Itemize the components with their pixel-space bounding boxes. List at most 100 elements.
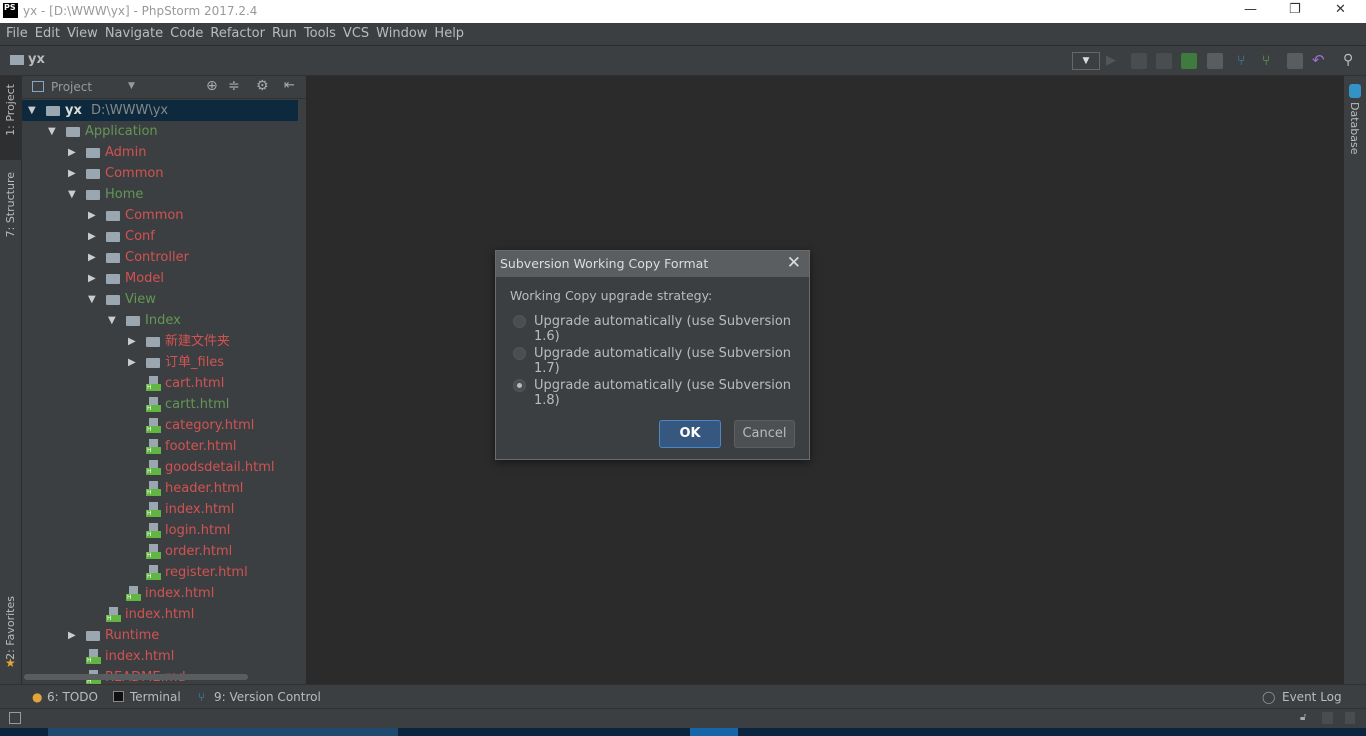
menu-vcs[interactable]: VCS — [341, 23, 373, 45]
chevron-down-icon[interactable]: ▼ — [128, 81, 135, 91]
html-file-icon — [146, 418, 161, 433]
vcs-commit-icon[interactable]: ⑂ — [1262, 53, 1278, 69]
tree-folder[interactable]: ▶ Model — [22, 268, 298, 289]
tree-folder[interactable]: ▶ Conf — [22, 226, 298, 247]
hide-panel-icon[interactable]: ⇤ — [284, 78, 295, 93]
collapsed-arrow-icon[interactable]: ▶ — [68, 142, 76, 163]
tree-folder[interactable]: ▼ Application — [22, 121, 298, 142]
menu-tools[interactable]: Tools — [302, 23, 340, 45]
expanded-arrow-icon[interactable]: ▼ — [68, 184, 76, 205]
tree-folder[interactable]: ▶ Admin — [22, 142, 298, 163]
tree-file[interactable]: footer.html — [22, 436, 298, 457]
tree-file[interactable]: cart.html — [22, 373, 298, 394]
expanded-arrow-icon[interactable]: ▼ — [88, 289, 96, 310]
tree-folder[interactable]: ▶ 新建文件夹 — [22, 331, 298, 352]
collapsed-arrow-icon[interactable]: ▶ — [88, 247, 96, 268]
tree-folder[interactable]: ▼ yx D:\WWW\yx — [22, 100, 298, 121]
expanded-arrow-icon[interactable]: ▼ — [48, 121, 56, 142]
debug-icon[interactable] — [1131, 53, 1147, 69]
tree-item-label: login.html — [165, 523, 231, 538]
folder-icon — [46, 106, 60, 116]
tree-folder[interactable]: ▼ Index — [22, 310, 298, 331]
menu-edit[interactable]: Edit — [33, 23, 64, 45]
collapsed-arrow-icon[interactable]: ▶ — [68, 163, 76, 184]
gear-icon[interactable]: ⚙ — [256, 78, 269, 94]
option-label-1-8[interactable]: Upgrade automatically (use Subversion 1.… — [534, 378, 811, 408]
minimize-button[interactable]: — — [1244, 2, 1257, 17]
menu-file[interactable]: File — [4, 23, 32, 45]
ok-button[interactable]: OK — [659, 420, 721, 448]
tab-todo[interactable]: 6: TODO — [47, 690, 98, 704]
tree-file[interactable]: order.html — [22, 541, 298, 562]
tab-version-control[interactable]: 9: Version Control — [214, 690, 321, 704]
tree-file[interactable]: category.html — [22, 415, 298, 436]
run-config-dropdown[interactable]: ▼ — [1072, 52, 1100, 70]
tab-project[interactable]: 1: Project — [4, 84, 17, 136]
php-listen-icon[interactable] — [1181, 53, 1197, 69]
tab-structure[interactable]: 7: Structure — [4, 172, 17, 237]
radio-svn-1-8[interactable] — [513, 379, 526, 392]
close-window-button[interactable]: ✕ — [1335, 2, 1346, 17]
expanded-arrow-icon[interactable]: ▼ — [108, 310, 116, 331]
radio-svn-1-6[interactable] — [513, 315, 526, 328]
window-title: yx - [D:\WWW\yx] - PhpStorm 2017.2.4 — [23, 4, 258, 18]
maximize-button[interactable]: ❐ — [1289, 2, 1301, 17]
revert-icon[interactable]: ↶ — [1312, 53, 1328, 69]
collapsed-arrow-icon[interactable]: ▶ — [88, 205, 96, 226]
tree-folder[interactable]: ▶ 订单_files — [22, 352, 298, 373]
toggle-tool-windows-icon[interactable] — [9, 712, 21, 724]
tree-file[interactable]: header.html — [22, 478, 298, 499]
horizontal-scrollbar[interactable] — [24, 674, 248, 680]
vcs-compare-icon[interactable] — [1287, 53, 1303, 69]
collapsed-arrow-icon[interactable]: ▶ — [88, 226, 96, 247]
tree-file[interactable]: login.html — [22, 520, 298, 541]
project-view-selector[interactable]: Project — [51, 80, 92, 94]
stop-icon[interactable] — [1207, 53, 1223, 69]
tree-file[interactable]: index.html — [22, 646, 298, 667]
menu-run[interactable]: Run — [270, 23, 301, 45]
tree-file[interactable]: register.html — [22, 562, 298, 583]
collapsed-arrow-icon[interactable]: ▶ — [88, 268, 96, 289]
tree-file[interactable]: index.html — [22, 583, 298, 604]
tree-file[interactable]: cartt.html — [22, 394, 298, 415]
scroll-from-source-icon[interactable]: ⊕ — [206, 78, 218, 94]
vcs-update-icon[interactable]: ⑂ — [1237, 53, 1253, 69]
breadcrumb[interactable]: yx — [28, 52, 45, 67]
collapse-all-icon[interactable]: ≑ — [228, 78, 240, 94]
tree-folder[interactable]: ▼ Home — [22, 184, 298, 205]
tree-folder[interactable]: ▶ Controller — [22, 247, 298, 268]
tree-folder[interactable]: ▶ Runtime — [22, 625, 298, 646]
tree-file[interactable]: index.html — [22, 499, 298, 520]
html-file-icon — [146, 376, 161, 391]
menu-view[interactable]: View — [65, 23, 102, 45]
tab-database[interactable]: Database — [1348, 102, 1361, 155]
lock-icon[interactable]: 🔓︎ — [1300, 712, 1306, 723]
search-icon[interactable]: ⚲ — [1343, 53, 1359, 69]
option-label-1-6[interactable]: Upgrade automatically (use Subversion 1.… — [534, 314, 811, 344]
collapsed-arrow-icon[interactable]: ▶ — [128, 352, 136, 373]
collapsed-arrow-icon[interactable]: ▶ — [68, 625, 76, 646]
tree-file[interactable]: goodsdetail.html — [22, 457, 298, 478]
tab-favorites[interactable]: 2: Favorites — [4, 596, 17, 660]
tree-item-label: Controller — [125, 250, 189, 265]
html-file-icon — [126, 586, 141, 601]
coverage-icon[interactable] — [1156, 53, 1172, 69]
run-icon[interactable]: ▶ — [1106, 53, 1122, 69]
html-file-icon — [146, 397, 161, 412]
tree-file[interactable]: index.html — [22, 604, 298, 625]
tree-folder[interactable]: ▼ View — [22, 289, 298, 310]
radio-svn-1-7[interactable] — [513, 347, 526, 360]
expanded-arrow-icon[interactable]: ▼ — [28, 100, 36, 121]
menu-navigate[interactable]: Navigate — [103, 23, 167, 45]
tree-folder[interactable]: ▶ Common — [22, 205, 298, 226]
tab-terminal[interactable]: Terminal — [130, 690, 181, 704]
option-label-1-7[interactable]: Upgrade automatically (use Subversion 1.… — [534, 346, 811, 376]
menu-help[interactable]: Help — [432, 23, 468, 45]
tab-event-log[interactable]: Event Log — [1282, 690, 1342, 704]
menu-window[interactable]: Window — [374, 23, 431, 45]
collapsed-arrow-icon[interactable]: ▶ — [128, 331, 136, 352]
cancel-button[interactable]: Cancel — [734, 420, 795, 448]
tree-folder[interactable]: ▶ Common — [22, 163, 298, 184]
menu-code[interactable]: Code — [168, 23, 207, 45]
menu-refactor[interactable]: Refactor — [208, 23, 269, 45]
